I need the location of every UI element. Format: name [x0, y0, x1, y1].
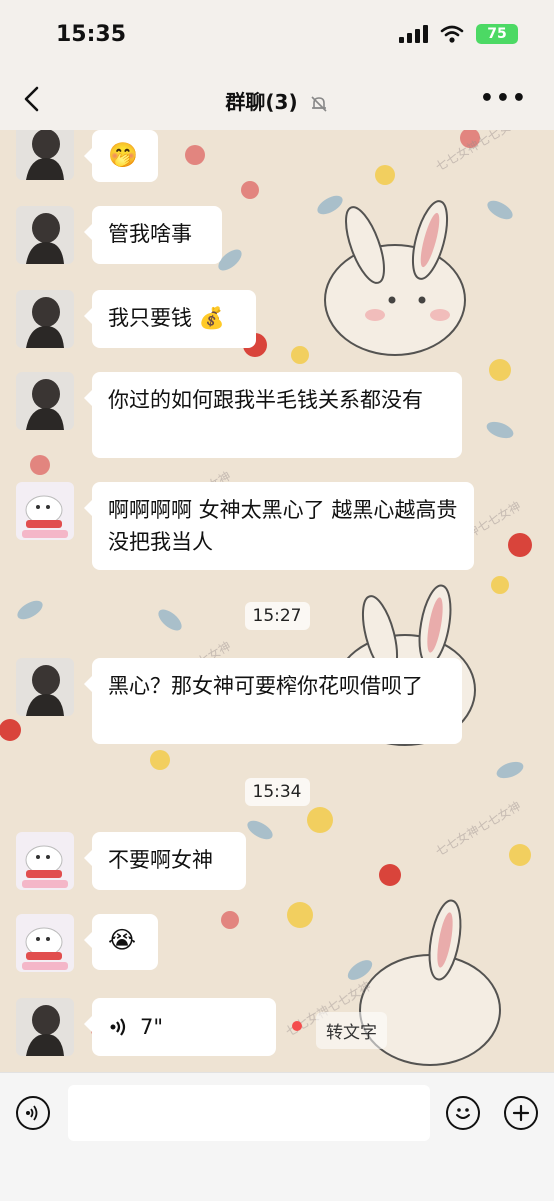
avatar-image: [16, 998, 74, 1056]
chat-title-text: 群聊(3): [225, 90, 298, 114]
bell-off-icon: [311, 95, 327, 112]
smile-face-icon: [456, 1108, 470, 1119]
avatar-image: [16, 914, 74, 972]
more-icon[interactable]: •••: [480, 86, 528, 111]
message-bubble[interactable]: 管我啥事: [84, 206, 222, 264]
message-text: 不要啊女神: [108, 848, 213, 872]
status-time: 15:35: [56, 22, 127, 47]
timestamp-text: 15:27: [244, 602, 310, 630]
voice-wave-icon: [26, 1105, 38, 1121]
avatar-image: [16, 290, 74, 348]
timestamp: 15:27: [0, 602, 554, 630]
message-text: 🤭: [108, 141, 138, 169]
wallpaper: [0, 130, 532, 1066]
status-icons: 75: [399, 24, 518, 44]
message-bubble[interactable]: 啊啊啊啊 女神太黑心了 越黑心越高贵 没把我当人: [84, 482, 474, 570]
avatar[interactable]: [16, 914, 74, 972]
nav-bar: 群聊(3) •••: [0, 72, 554, 130]
message-text: 黑心？那女神可要榨你花呗借呗了: [108, 674, 423, 698]
avatar-image: [16, 832, 74, 890]
message-bubble[interactable]: 不要啊女神: [84, 832, 246, 890]
message-bubble[interactable]: 黑心？那女神可要榨你花呗借呗了: [84, 658, 462, 744]
voice-wave-icon: [110, 1018, 126, 1036]
avatar[interactable]: [16, 372, 74, 430]
battery-indicator: 75: [476, 24, 518, 44]
wifi-icon: [440, 25, 464, 43]
bunny-decoration: [324, 200, 466, 356]
avatar[interactable]: [16, 130, 74, 180]
input-bar: [0, 1072, 554, 1201]
status-bar: 15:35 75: [0, 0, 554, 72]
voice-duration: 7": [140, 1015, 164, 1039]
message-bubble[interactable]: 我只要钱 💰: [84, 290, 256, 348]
avatar[interactable]: [16, 482, 74, 540]
emoji-icon[interactable]: [446, 1096, 480, 1130]
message-bubble[interactable]: 😭: [84, 914, 158, 970]
chat-title: 群聊(3): [0, 86, 554, 115]
avatar[interactable]: [16, 290, 74, 348]
message-bubble[interactable]: 🤭: [84, 130, 158, 182]
avatar-image: [16, 130, 74, 180]
to-text-button[interactable]: 转文字: [316, 1012, 387, 1049]
chat-area[interactable]: 七七女神七七女神 七七女神七七女神 七七女神七七女神 七七女神七七女神 七七女神…: [0, 130, 554, 1072]
avatar-image: [16, 658, 74, 716]
avatar[interactable]: [16, 832, 74, 890]
signal-icon: [399, 25, 428, 43]
message-text: 😭: [108, 926, 137, 954]
avatar-image: [16, 206, 74, 264]
unread-dot: [292, 1021, 302, 1031]
message-text: 管我啥事: [108, 222, 192, 246]
message-input[interactable]: [68, 1085, 430, 1141]
avatar-image: [16, 482, 74, 540]
message-text: 啊啊啊啊 女神太黑心了 越黑心越高贵 没把我当人: [108, 498, 458, 554]
plus-icon[interactable]: [504, 1096, 538, 1130]
message-text: 你过的如何跟我半毛钱关系都没有: [108, 388, 423, 412]
voice-icon[interactable]: [16, 1096, 50, 1130]
avatar[interactable]: [16, 658, 74, 716]
plus-glyph-icon: [512, 1104, 530, 1122]
message-bubble[interactable]: 你过的如何跟我半毛钱关系都没有: [84, 372, 462, 458]
timestamp-text: 15:34: [244, 778, 310, 806]
avatar-image: [16, 372, 74, 430]
timestamp: 15:34: [0, 778, 554, 806]
avatar[interactable]: [16, 206, 74, 264]
voice-message-bubble[interactable]: 7": [84, 998, 276, 1056]
message-text: 我只要钱 💰: [108, 306, 225, 330]
avatar[interactable]: [16, 998, 74, 1056]
